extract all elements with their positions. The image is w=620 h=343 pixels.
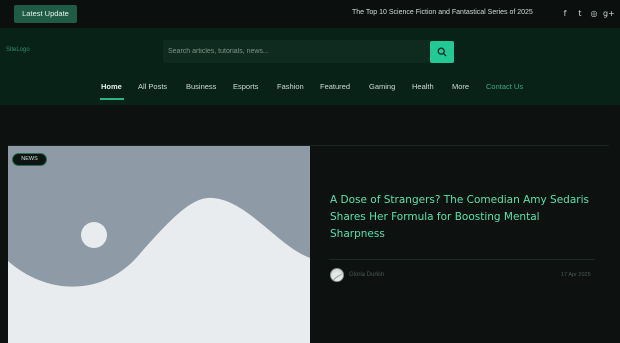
article-title[interactable]: A Dose of Strangers? The Comedian Amy Se…	[330, 192, 592, 243]
category-badge[interactable]: NEWS	[12, 153, 47, 166]
nav-item-esports[interactable]: Esports	[233, 82, 258, 91]
facebook-icon[interactable]: f	[560, 8, 570, 19]
search-input[interactable]	[166, 41, 428, 62]
publish-date: 17 Apr 2025	[561, 272, 591, 278]
nav-item-contact-us[interactable]: Contact Us	[486, 82, 523, 91]
news-ticker[interactable]: The Top 10 Science Fiction and Fantastic…	[352, 9, 533, 16]
search-button[interactable]	[430, 41, 454, 63]
nav-item-home[interactable]: Home	[101, 82, 122, 91]
author-name[interactable]: Gloria Durkin	[349, 272, 384, 278]
nav-item-all-posts[interactable]: All Posts	[138, 82, 167, 91]
nav-item-business[interactable]: Business	[186, 82, 216, 91]
avatar-icon	[331, 272, 343, 281]
search-icon	[437, 47, 447, 57]
instagram-icon[interactable]: ◎	[589, 8, 599, 19]
author-avatar[interactable]	[330, 268, 344, 282]
google-plus-icon[interactable]: g+	[603, 8, 615, 19]
nav-item-more[interactable]: More	[452, 82, 469, 91]
active-nav-indicator	[100, 98, 124, 100]
site-logo[interactable]: SiteLogo	[6, 47, 30, 53]
meta-divider	[329, 259, 595, 260]
site-header: SiteLogo Home All Posts Business Esports…	[0, 28, 620, 105]
featured-image[interactable]	[8, 146, 310, 343]
nav-item-featured[interactable]: Featured	[320, 82, 350, 91]
top-bar: Latest Update The Top 10 Science Fiction…	[0, 0, 620, 28]
nav-item-fashion[interactable]: Fashion	[277, 82, 304, 91]
twitter-icon[interactable]: t	[575, 8, 585, 19]
nav-item-health[interactable]: Health	[412, 82, 434, 91]
nav-item-gaming[interactable]: Gaming	[369, 82, 395, 91]
latest-update-button[interactable]: Latest Update	[14, 5, 77, 23]
image-placeholder-icon	[8, 146, 310, 343]
